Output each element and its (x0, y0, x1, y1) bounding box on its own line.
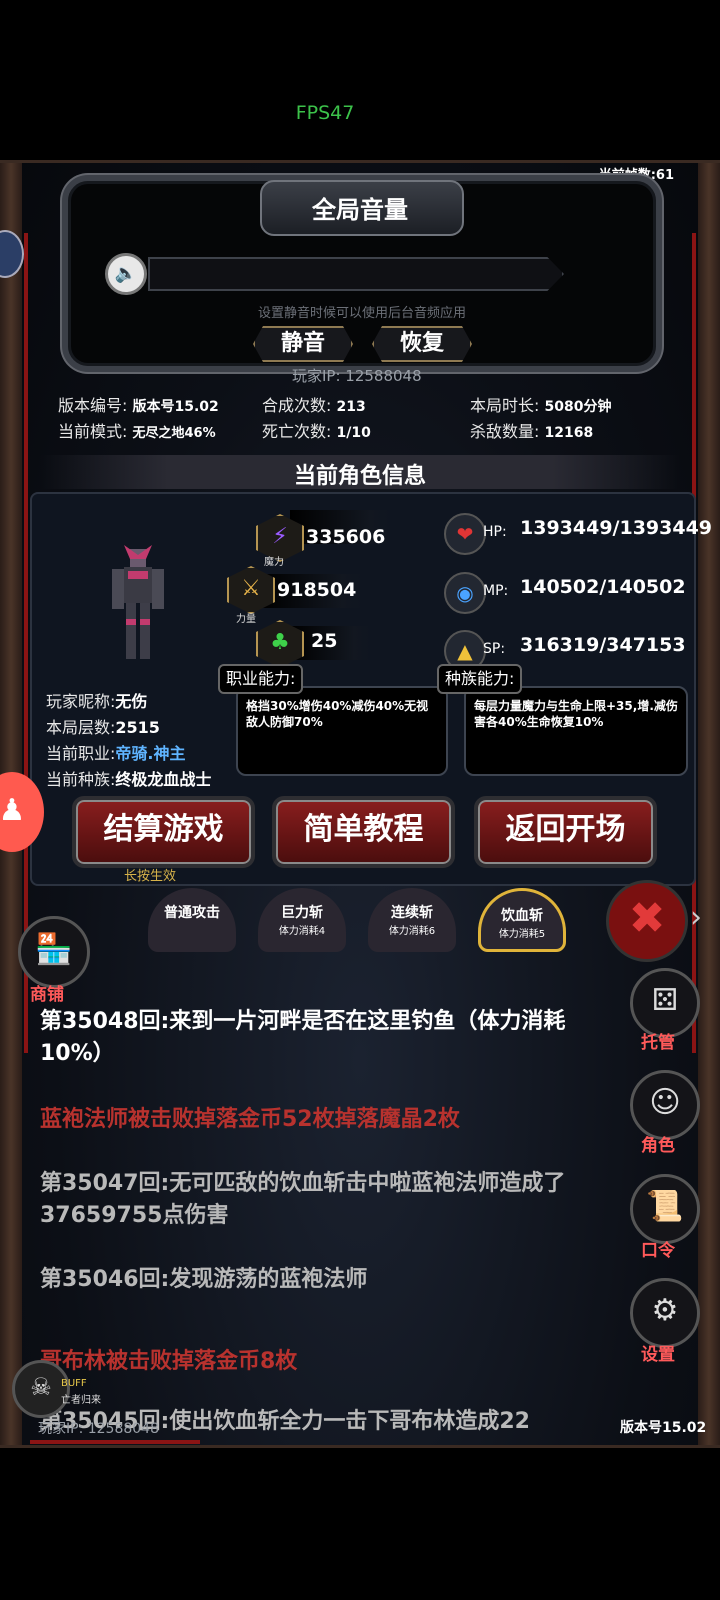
role-label: 角色 (641, 1136, 675, 1156)
fps-counter: FPS47 (295, 102, 355, 124)
gear-icon[interactable]: ⚙ (630, 1278, 700, 1348)
volume-hint: 设置静音时候可以使用后台音频应用 (257, 306, 466, 321)
auto-label: 托管 (641, 1033, 675, 1053)
power-value: 918504 (277, 579, 357, 601)
footer-player-ip: 玩家IP: 12588048 (38, 1421, 159, 1437)
skill-cost: 体力消耗5 (498, 929, 546, 940)
volume-slider[interactable] (148, 257, 564, 291)
class-row: 当前职业:帝骑.神主 (46, 740, 186, 764)
heart-icon: ❤ (444, 513, 486, 555)
class-key: 当前职业: (46, 744, 116, 763)
mp-label: MP: (483, 583, 509, 599)
sp-value: 316319/347153 (520, 634, 686, 656)
skill-name: 连续斩 (391, 905, 433, 921)
log-entry-2: 第35047回:无可匹敌的饮血斩击中啦蓝袍法师造成了37659755点伤害 (40, 1171, 566, 1228)
job-ability-title: 职业能力: (218, 664, 304, 694)
settings-label: 设置 (641, 1345, 675, 1365)
stat-mode: 当前模式: 无尽之地46% (58, 418, 216, 442)
shop-label: 商铺 (30, 985, 64, 1005)
mute-button[interactable]: 静音 (253, 326, 353, 362)
footer-version: 版本号15.02 (620, 1420, 707, 1436)
chevron-right-icon[interactable]: › (690, 900, 702, 935)
luck-value: 25 (311, 630, 338, 652)
hp-label: HP: (483, 524, 507, 540)
skill-cost: 体力消耗4 (278, 926, 326, 937)
nickname-row: 玩家昵称:无伤 (46, 688, 147, 712)
class-value: 帝骑.神主 (115, 744, 186, 763)
floor-key: 本局层数: (46, 718, 116, 737)
log-entry-0: 第35048回:来到一片河畔是否在这里钓鱼（体力消耗10%） (40, 1009, 566, 1066)
code-label: 口令 (641, 1241, 675, 1261)
stat-time-value: 5080分钟 (544, 399, 612, 415)
stat-kills-value: 12168 (544, 425, 594, 441)
stat-version-value: 版本号15.02 (132, 399, 219, 415)
buff-title: BUFF (61, 1378, 87, 1389)
stat-version-key: 版本编号: (58, 396, 128, 415)
stat-time: 本局时长: 5080分钟 (470, 392, 611, 416)
settle-game-button[interactable]: 结算游戏 (72, 796, 255, 868)
tutorial-button[interactable]: 简单教程 (272, 796, 455, 868)
stat-mode-value: 无尽之地46% (132, 426, 216, 441)
skull-icon[interactable]: ☠ (12, 1360, 70, 1418)
floor-row: 本局层数:2515 (46, 714, 160, 738)
return-start-button[interactable]: 返回开场 (474, 796, 657, 868)
stat-kills-key: 杀敌数量: (470, 422, 540, 441)
frame-right (698, 163, 720, 1445)
stat-synth-value: 213 (336, 399, 366, 415)
skill-name: 普通攻击 (164, 905, 220, 921)
stat-synth-key: 合成次数: (262, 396, 332, 415)
footer-red-bar (30, 1440, 200, 1444)
skill-cost: 体力消耗6 (388, 926, 436, 937)
power-label: 力量 (236, 614, 256, 625)
settle-hint: 长按生效 (124, 869, 177, 884)
skill-name: 饮血斩 (501, 908, 543, 924)
floor-value: 2515 (115, 718, 160, 737)
scroll-icon[interactable]: 📜 (630, 1174, 700, 1244)
buff-subtitle: 亡者归来 (61, 1395, 101, 1406)
nickname-key: 玩家昵称: (46, 692, 116, 711)
stat-kills: 杀敌数量: 12168 (470, 418, 593, 442)
race-ability-box: 每层力量魔力与生命上限+35,增.减伤害各40%生命恢复10% (464, 686, 688, 776)
volume-title: 全局音量 (312, 196, 408, 224)
stat-synth: 合成次数: 213 (262, 392, 366, 416)
hp-value: 1393449/1393449 (520, 517, 713, 539)
mp-value: 140502/140502 (520, 576, 686, 598)
character-sprite (112, 545, 164, 659)
close-icon[interactable]: ✖ (606, 880, 688, 962)
speaker-icon[interactable]: 🔈 (105, 253, 147, 295)
stat-mode-key: 当前模式: (58, 422, 128, 441)
job-ability-box: 格挡30%增伤40%减伤40%无视敌人防御70% (236, 686, 448, 776)
race-ability-title: 种族能力: (437, 664, 523, 694)
shop-icon[interactable]: 🏪 (18, 916, 90, 988)
log-entry-4: 哥布林被击败掉落金币8枚 (40, 1349, 298, 1374)
player-ip: 玩家IP: 12588048 (292, 367, 422, 385)
stat-death-value: 1/10 (336, 425, 371, 441)
mana-icon: ◉ (444, 572, 486, 614)
stat-death: 死亡次数: 1/10 (262, 418, 371, 442)
stat-time-key: 本局时长: (470, 396, 540, 415)
magic-label: 魔力 (264, 557, 284, 568)
sp-label: SP: (483, 641, 506, 657)
restore-button[interactable]: 恢复 (372, 326, 472, 362)
character-section-title: 当前角色信息 (293, 464, 426, 489)
log-entry-3: 第35046回:发现游荡的蓝袍法师 (40, 1267, 368, 1292)
nickname-value: 无伤 (115, 692, 148, 711)
race-value: 终极龙血战士 (115, 770, 212, 789)
hooded-figure-icon[interactable]: ☺ (630, 1070, 700, 1140)
stat-death-key: 死亡次数: (262, 422, 332, 441)
magic-value: 335606 (306, 526, 386, 548)
race-key: 当前种族: (46, 770, 116, 789)
stat-version: 版本编号: 版本号15.02 (58, 392, 219, 416)
skill-name: 巨力斩 (281, 905, 323, 921)
log-entry-1: 蓝袍法师被击败掉落金币52枚掉落魔晶2枚 (40, 1107, 460, 1132)
race-row: 当前种族:终极龙血战士 (46, 766, 211, 790)
